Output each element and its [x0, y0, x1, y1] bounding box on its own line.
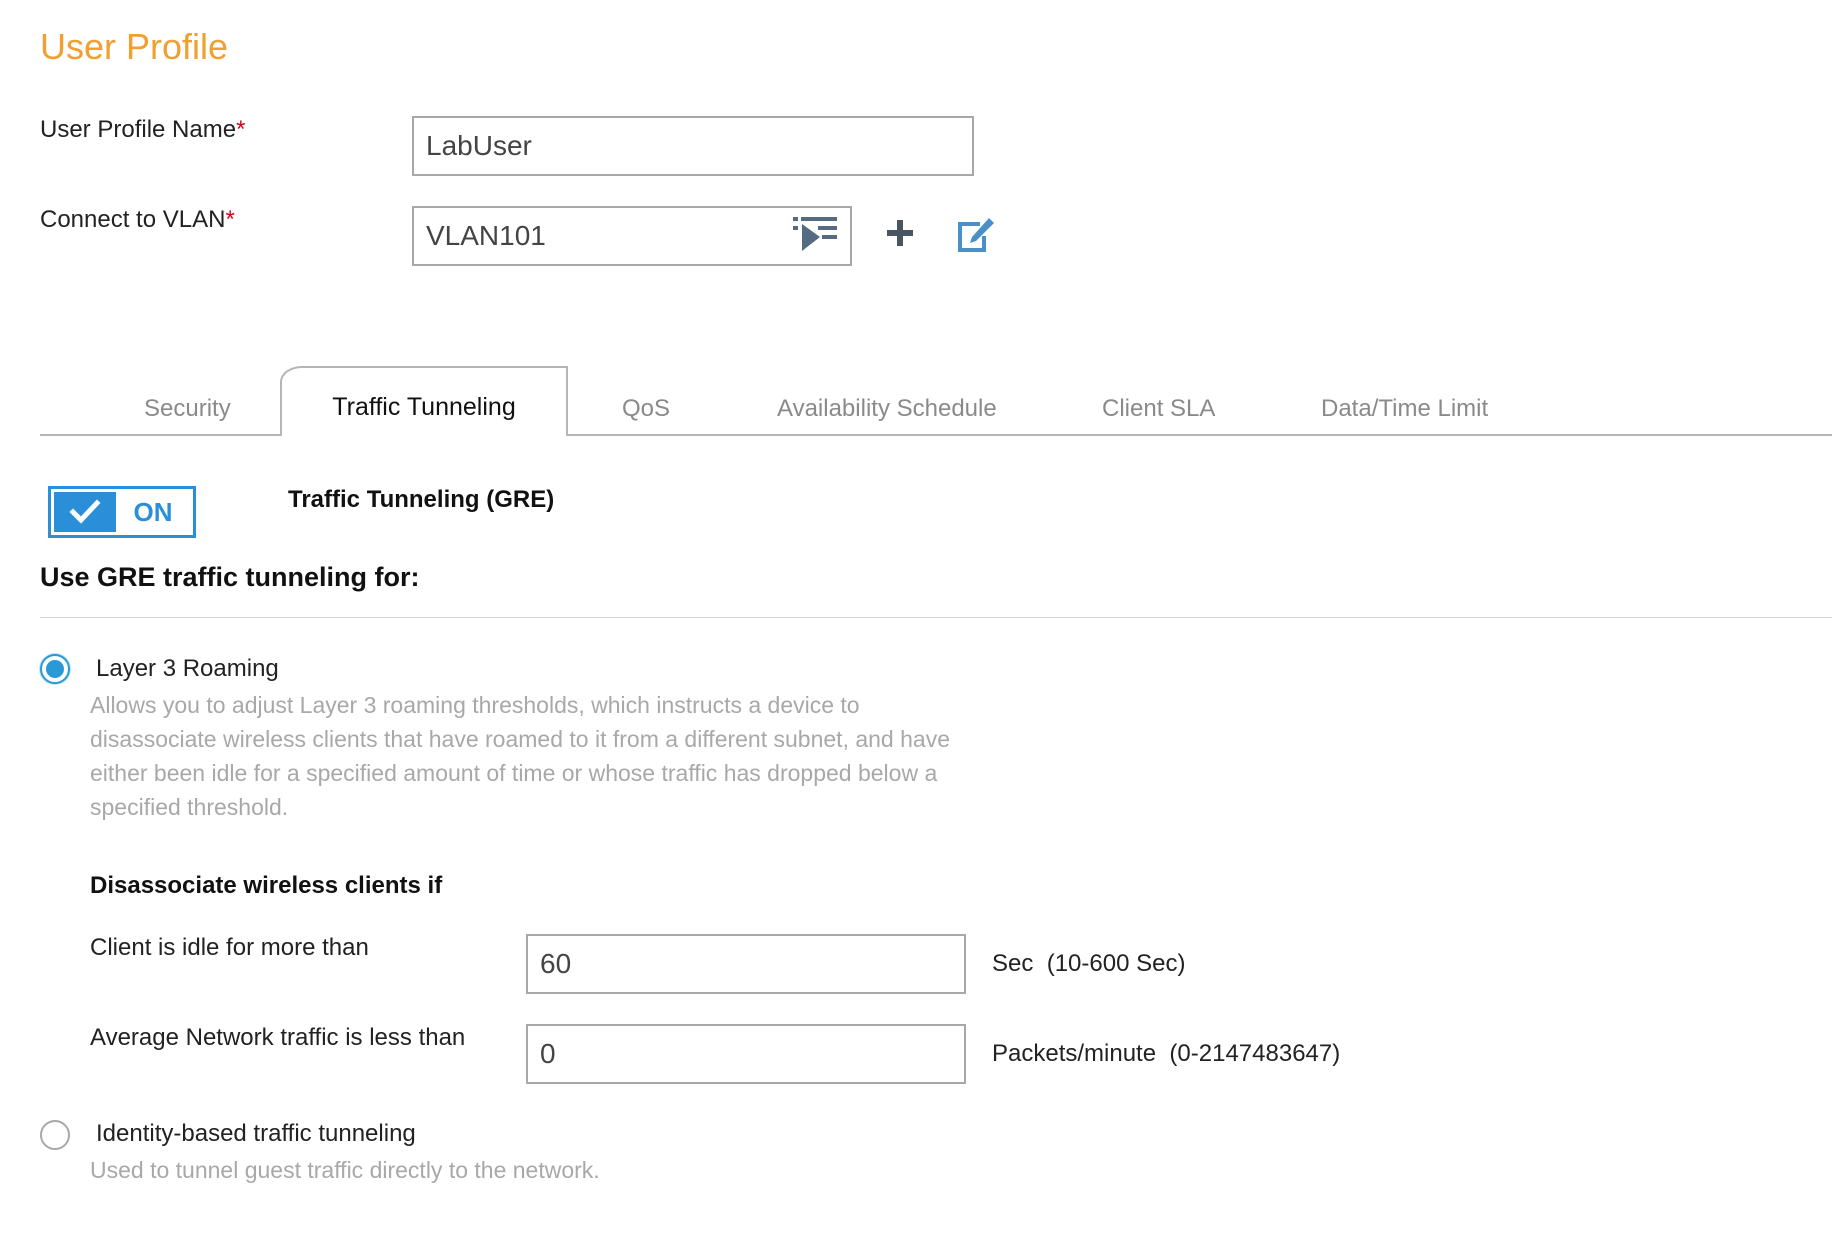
gre-toggle[interactable]: ON — [48, 486, 196, 538]
traffic-range: (0-2147483647) — [1169, 1040, 1341, 1067]
idle-time-input[interactable] — [526, 934, 966, 994]
edit-icon[interactable] — [956, 216, 996, 259]
disassociate-heading: Disassociate wireless clients if — [90, 872, 443, 899]
tab-data-time-limit[interactable]: Data/Time Limit — [1321, 395, 1488, 423]
toggle-state: ON — [133, 496, 173, 527]
vlan-label-text: Connect to VLAN — [40, 206, 226, 233]
section-divider — [40, 617, 1832, 618]
traffic-label: Average Network traffic is less than — [90, 1024, 466, 1051]
description-line: disassociate wireless clients that have … — [90, 726, 950, 752]
checkmark-icon — [54, 492, 116, 532]
profile-name-label-text: User Profile Name — [40, 116, 237, 143]
required-mark: * — [236, 116, 246, 143]
layer3-roaming-description: Allows you to adjust Layer 3 roaming thr… — [90, 688, 950, 824]
identity-tunneling-label: Identity-based traffic tunneling — [96, 1120, 416, 1147]
description-line: either been idle for a specified amount … — [90, 760, 938, 786]
tab-traffic-tunneling-label: Traffic Tunneling — [332, 393, 516, 421]
description-line: specified threshold. — [90, 794, 289, 820]
radio-dot — [46, 660, 64, 678]
tab-security[interactable]: Security — [144, 395, 231, 423]
identity-tunneling-radio[interactable] — [40, 1120, 70, 1150]
profile-name-input[interactable] — [412, 116, 974, 176]
idle-label: Client is idle for more than — [90, 934, 369, 961]
idle-range: (10-600 Sec) — [1046, 950, 1186, 977]
profile-name-label: User Profile Name* — [40, 116, 245, 144]
traffic-unit: Packets/minute — [992, 1040, 1157, 1067]
tab-availability-schedule[interactable]: Availability Schedule — [777, 395, 997, 423]
layer3-roaming-radio[interactable] — [40, 654, 70, 684]
vlan-select[interactable]: VLAN101 — [412, 206, 852, 266]
layer3-roaming-label: Layer 3 Roaming — [96, 655, 279, 682]
list-picker-icon[interactable] — [792, 215, 838, 258]
toggle-label: Traffic Tunneling (GRE) — [288, 486, 555, 513]
tab-traffic-tunneling[interactable]: Traffic Tunneling — [280, 366, 568, 436]
description-line: Allows you to adjust Layer 3 roaming thr… — [90, 692, 860, 718]
required-mark: * — [225, 206, 235, 233]
idle-unit: Sec — [992, 950, 1034, 977]
plus-icon[interactable] — [885, 218, 915, 253]
vlan-select-value: VLAN101 — [426, 220, 546, 251]
tab-qos[interactable]: QoS — [622, 395, 670, 423]
traffic-unit-group: Packets/minute (0-2147483647) — [992, 1040, 1340, 1068]
vlan-label: Connect to VLAN* — [40, 206, 235, 234]
idle-unit-group: Sec (10-600 Sec) — [992, 950, 1185, 978]
page-title: User Profile — [40, 26, 229, 67]
identity-tunneling-description: Used to tunnel guest traffic directly to… — [90, 1157, 600, 1183]
traffic-threshold-input[interactable] — [526, 1024, 966, 1084]
tab-client-sla[interactable]: Client SLA — [1102, 395, 1215, 423]
section-heading: Use GRE traffic tunneling for: — [40, 562, 420, 592]
